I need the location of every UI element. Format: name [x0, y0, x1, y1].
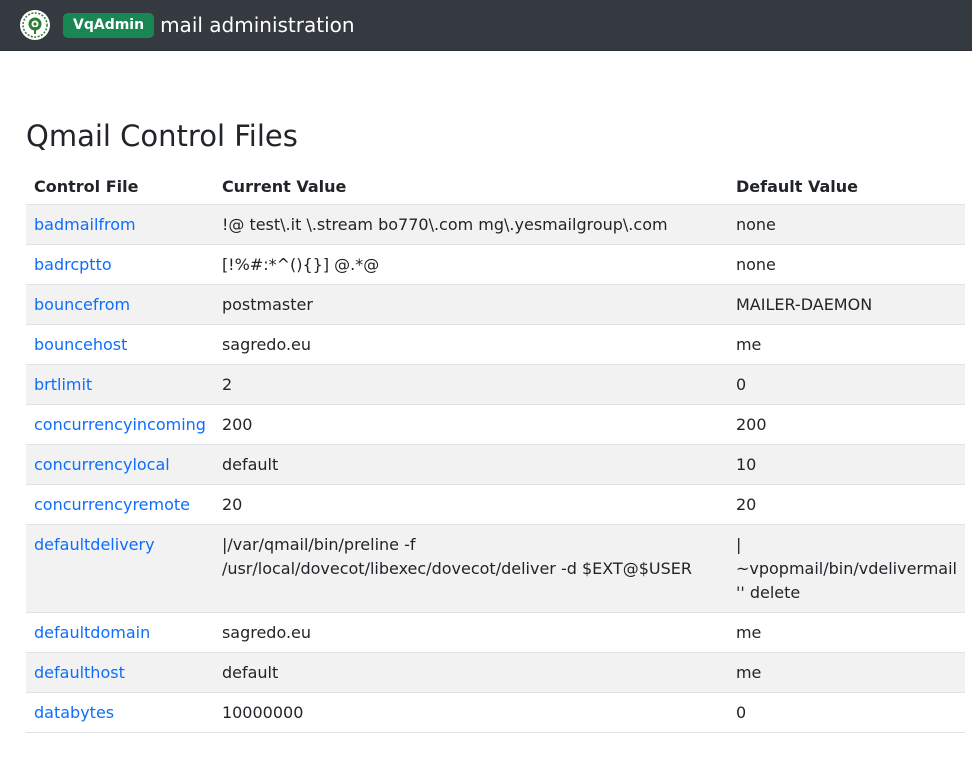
default-value-cell: | ~vpopmail/bin/vdelivermail '' delete	[727, 524, 965, 613]
control-file-link[interactable]: databytes	[34, 703, 114, 722]
current-value-cell: postmaster	[213, 284, 728, 325]
control-files-table: Control File Current Value Default Value…	[26, 163, 965, 733]
table-row: concurrencylocal default 10	[26, 444, 965, 485]
control-file-link[interactable]: bouncefrom	[34, 295, 130, 314]
table-row: bouncefrom postmaster MAILER-DAEMON	[26, 284, 965, 325]
control-file-cell: bouncefrom	[26, 284, 214, 325]
default-value-cell: 20	[727, 484, 965, 525]
page-title: Qmail Control Files	[26, 119, 298, 153]
column-header-control-file: Control File	[26, 163, 214, 205]
current-value-cell: default	[213, 652, 728, 693]
control-file-cell: badrcptto	[26, 244, 214, 285]
current-value-cell: default	[213, 444, 728, 485]
default-value-cell: none	[727, 204, 965, 245]
table-header-row: Control File Current Value Default Value	[26, 163, 965, 205]
control-file-cell: concurrencyincoming	[26, 404, 214, 445]
control-file-link[interactable]: concurrencyincoming	[34, 415, 206, 434]
default-value-cell: me	[727, 324, 965, 365]
current-value-cell: 200	[213, 404, 728, 445]
brand-badge[interactable]: VqAdmin	[63, 12, 155, 38]
qmail-logo-icon[interactable]	[20, 10, 50, 40]
default-value-cell: me	[727, 612, 965, 653]
control-file-link[interactable]: defaultdomain	[34, 623, 150, 642]
control-file-link[interactable]: badmailfrom	[34, 215, 136, 234]
table-row: defaulthost default me	[26, 652, 965, 693]
current-value-cell: [!%#:*^(){}] @.*@	[213, 244, 728, 285]
table-row: concurrencyremote 20 20	[26, 484, 965, 525]
current-value-cell: sagredo.eu	[213, 612, 728, 653]
current-value-cell: !@ test\.it \.stream bo770\.com mg\.yesm…	[213, 204, 728, 245]
table-row: concurrencyincoming 200 200	[26, 404, 965, 445]
main-content: Qmail Control Files Control File Current…	[0, 51, 972, 733]
control-file-link[interactable]: concurrencylocal	[34, 455, 170, 474]
column-header-current-value: Current Value	[213, 163, 728, 205]
table-row: badmailfrom !@ test\.it \.stream bo770\.…	[26, 204, 965, 245]
control-file-cell: databytes	[26, 692, 214, 733]
control-file-link[interactable]: badrcptto	[34, 255, 112, 274]
default-value-cell: 0	[727, 692, 965, 733]
control-file-link[interactable]: defaultdelivery	[34, 535, 155, 554]
control-file-link[interactable]: defaulthost	[34, 663, 125, 682]
control-file-link[interactable]: concurrencyremote	[34, 495, 190, 514]
control-file-cell: bouncehost	[26, 324, 214, 365]
control-file-cell: concurrencyremote	[26, 484, 214, 525]
column-header-default-value: Default Value	[727, 163, 965, 205]
table-row: badrcptto [!%#:*^(){}] @.*@ none	[26, 244, 965, 285]
control-file-cell: concurrencylocal	[26, 444, 214, 485]
current-value-cell: 20	[213, 484, 728, 525]
brand-title: mail administration	[160, 13, 355, 37]
default-value-cell: none	[727, 244, 965, 285]
table-row: defaultdelivery |/var/qmail/bin/preline …	[26, 524, 965, 613]
table-row: databytes 10000000 0	[26, 692, 965, 733]
control-file-link[interactable]: brtlimit	[34, 375, 92, 394]
default-value-cell: me	[727, 652, 965, 693]
control-file-cell: defaulthost	[26, 652, 214, 693]
default-value-cell: MAILER-DAEMON	[727, 284, 965, 325]
default-value-cell: 200	[727, 404, 965, 445]
control-file-cell: defaultdomain	[26, 612, 214, 653]
default-value-cell: 10	[727, 444, 965, 485]
default-value-cell: 0	[727, 364, 965, 405]
control-file-cell: brtlimit	[26, 364, 214, 405]
table-row: bouncehost sagredo.eu me	[26, 324, 965, 365]
control-file-cell: badmailfrom	[26, 204, 214, 245]
current-value-cell: sagredo.eu	[213, 324, 728, 365]
current-value-cell: |/var/qmail/bin/preline -f /usr/local/do…	[213, 524, 728, 613]
table-row: defaultdomain sagredo.eu me	[26, 612, 965, 653]
control-file-cell: defaultdelivery	[26, 524, 214, 613]
control-file-link[interactable]: bouncehost	[34, 335, 127, 354]
current-value-cell: 2	[213, 364, 728, 405]
navbar: VqAdmin mail administration	[0, 0, 972, 51]
current-value-cell: 10000000	[213, 692, 728, 733]
table-row: brtlimit 2 0	[26, 364, 965, 405]
